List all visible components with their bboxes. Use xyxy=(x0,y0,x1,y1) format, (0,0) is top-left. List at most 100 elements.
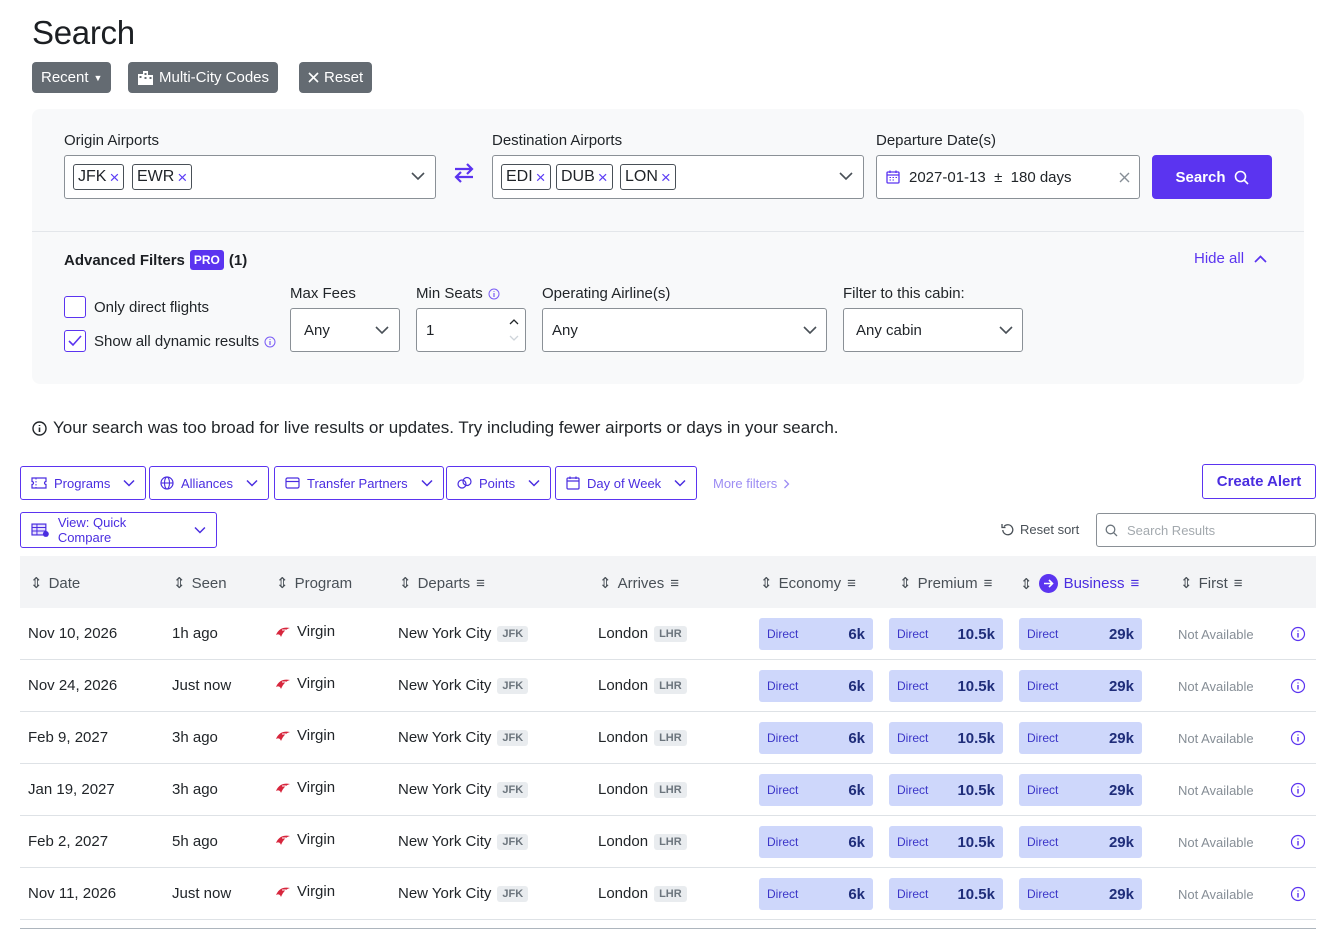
swap-arrows-icon[interactable] xyxy=(453,162,475,184)
filter-icon[interactable]: ≡ xyxy=(476,575,485,592)
clear-icon[interactable] xyxy=(1119,172,1130,183)
column-header-date[interactable]: ⇕ Date xyxy=(30,574,80,593)
table-row[interactable]: Nov 10, 2026 1h ago Virgin New York City JFK… xyxy=(20,608,1316,660)
table-row[interactable]: Jan 19, 2027 3h ago Virgin New York City JFK… xyxy=(20,764,1316,816)
chevron-down-icon xyxy=(375,326,389,335)
remove-chip-icon[interactable]: × xyxy=(598,169,608,186)
info-icon[interactable] xyxy=(264,336,276,348)
hide-all-toggle[interactable]: Hide all xyxy=(1194,250,1267,267)
first-availability: Not Available xyxy=(1178,783,1254,798)
reset-sort-button[interactable]: Reset sort xyxy=(1001,522,1079,537)
day-of-week-filter-button[interactable]: Day of Week xyxy=(555,466,698,500)
row-info-icon[interactable] xyxy=(1290,834,1306,850)
chevron-down-icon xyxy=(803,326,817,335)
chevron-down-icon[interactable] xyxy=(411,172,425,181)
economy-price-cell[interactable]: Direct 6k xyxy=(759,774,873,806)
business-price-cell[interactable]: Direct 29k xyxy=(1019,670,1142,702)
search-results-field[interactable] xyxy=(1096,513,1316,547)
table-row[interactable]: Feb 2, 2027 5h ago Virgin New York City JFK L… xyxy=(20,816,1316,868)
destination-chip-lon[interactable]: LON × xyxy=(620,164,676,190)
search-button[interactable]: Search xyxy=(1152,155,1272,199)
column-header-program[interactable]: ⇕ Program xyxy=(276,574,352,593)
column-header-first[interactable]: ⇕ First ≡ xyxy=(1180,574,1243,593)
row-info-icon[interactable] xyxy=(1290,626,1306,642)
airlines-value: Any xyxy=(552,322,578,339)
table-row[interactable]: Nov 11, 2026 Just now Virgin New York City J… xyxy=(20,868,1316,920)
remove-chip-icon[interactable]: × xyxy=(536,169,546,186)
premium-price-cell[interactable]: Direct 10.5k xyxy=(889,878,1003,910)
search-results-input[interactable] xyxy=(1127,521,1307,539)
origin-chip-jfk[interactable]: JFK × xyxy=(73,164,125,190)
column-header-departs[interactable]: ⇕ Departs ≡ xyxy=(399,574,485,593)
economy-price-cell[interactable]: Direct 6k xyxy=(759,878,873,910)
min-seats-stepper[interactable]: 1 xyxy=(416,308,526,352)
row-info-icon[interactable] xyxy=(1290,730,1306,746)
stepper-arrows-icon[interactable] xyxy=(509,318,519,342)
remove-chip-icon[interactable]: × xyxy=(109,169,119,186)
reset-button[interactable]: Reset xyxy=(299,62,373,93)
column-header-economy[interactable]: ⇕ Economy ≡ xyxy=(760,574,856,593)
arrives-city: London xyxy=(598,625,649,642)
destination-chip-dub[interactable]: DUB × xyxy=(556,164,613,190)
premium-price-cell[interactable]: Direct 10.5k xyxy=(889,722,1003,754)
filter-icon[interactable]: ≡ xyxy=(1130,575,1139,592)
column-header-arrives[interactable]: ⇕ Arrives ≡ xyxy=(599,574,679,593)
recent-button[interactable]: Recent ▼ xyxy=(32,62,112,93)
business-price-cell[interactable]: Direct 29k xyxy=(1019,826,1142,858)
transfer-partners-filter-button[interactable]: Transfer Partners xyxy=(274,466,444,500)
remove-chip-icon[interactable]: × xyxy=(661,169,671,186)
premium-price-cell[interactable]: Direct 10.5k xyxy=(889,826,1003,858)
transfer-partners-label: Transfer Partners xyxy=(307,475,408,491)
only-direct-checkbox[interactable] xyxy=(64,296,86,318)
premium-price-cell[interactable]: Direct 10.5k xyxy=(889,774,1003,806)
row-info-icon[interactable] xyxy=(1290,886,1306,902)
business-price-cell[interactable]: Direct 29k xyxy=(1019,722,1142,754)
business-price-cell[interactable]: Direct 29k xyxy=(1019,878,1142,910)
economy-price-cell[interactable]: Direct 6k xyxy=(759,618,873,650)
multi-city-codes-button[interactable]: Multi-City Codes xyxy=(128,62,279,93)
chevron-down-icon[interactable] xyxy=(839,172,853,181)
departure-date-input[interactable]: 2027-01-13 ± 180 days xyxy=(876,155,1140,199)
filter-icon[interactable]: ≡ xyxy=(847,575,856,592)
more-filters-link[interactable]: More filters xyxy=(713,476,790,491)
create-alert-button[interactable]: Create Alert xyxy=(1202,464,1316,499)
premium-price-cell[interactable]: Direct 10.5k xyxy=(889,618,1003,650)
column-header-premium[interactable]: ⇕ Premium ≡ xyxy=(899,574,993,593)
origin-airports-select[interactable]: JFK × EWR × xyxy=(64,155,436,199)
departs-cell: New York City JFK xyxy=(398,729,529,746)
destination-airports-select[interactable]: EDI × DUB × LON × xyxy=(492,155,864,199)
economy-price-cell[interactable]: Direct 6k xyxy=(759,826,873,858)
table-row[interactable]: Nov 24, 2026 Just now Virgin New York City J… xyxy=(20,660,1316,712)
economy-price-cell[interactable]: Direct 6k xyxy=(759,722,873,754)
programs-filter-button[interactable]: Programs xyxy=(20,466,147,500)
column-header-seen[interactable]: ⇕ Seen xyxy=(173,574,227,593)
info-icon[interactable] xyxy=(488,288,500,300)
chevron-down-icon xyxy=(246,479,258,487)
destination-chip-edi[interactable]: EDI × xyxy=(501,164,551,190)
premium-price-cell[interactable]: Direct 10.5k xyxy=(889,670,1003,702)
row-info-icon[interactable] xyxy=(1290,782,1306,798)
max-fees-select[interactable]: Any xyxy=(290,308,400,352)
sort-icon: ⇕ xyxy=(1180,575,1193,592)
alliances-filter-button[interactable]: Alliances xyxy=(149,466,270,500)
view-selector-button[interactable]: View: Quick Compare xyxy=(20,512,217,548)
remove-chip-icon[interactable]: × xyxy=(177,169,187,186)
program-cell: Virgin xyxy=(275,779,335,796)
show-dynamic-checkbox[interactable] xyxy=(64,330,86,352)
row-info-icon[interactable] xyxy=(1290,678,1306,694)
filter-icon[interactable]: ≡ xyxy=(984,575,993,592)
origin-chip-ewr[interactable]: EWR × xyxy=(132,164,193,190)
filter-icon[interactable]: ≡ xyxy=(1234,575,1243,592)
cabin-select[interactable]: Any cabin xyxy=(843,308,1023,352)
first-availability: Not Available xyxy=(1178,835,1254,850)
business-price-cell[interactable]: Direct 29k xyxy=(1019,618,1142,650)
business-price-cell[interactable]: Direct 29k xyxy=(1019,774,1142,806)
arrives-cell: London LHR xyxy=(598,781,687,798)
sort-icon: ⇕ xyxy=(899,575,912,592)
column-header-business[interactable]: ⇕ Business ≡ xyxy=(1020,574,1139,593)
filter-icon[interactable]: ≡ xyxy=(670,575,679,592)
operating-airlines-select[interactable]: Any xyxy=(542,308,827,352)
economy-price-cell[interactable]: Direct 6k xyxy=(759,670,873,702)
points-filter-button[interactable]: Points xyxy=(446,466,552,500)
table-row[interactable]: Feb 9, 2027 3h ago Virgin New York City JFK L… xyxy=(20,712,1316,764)
